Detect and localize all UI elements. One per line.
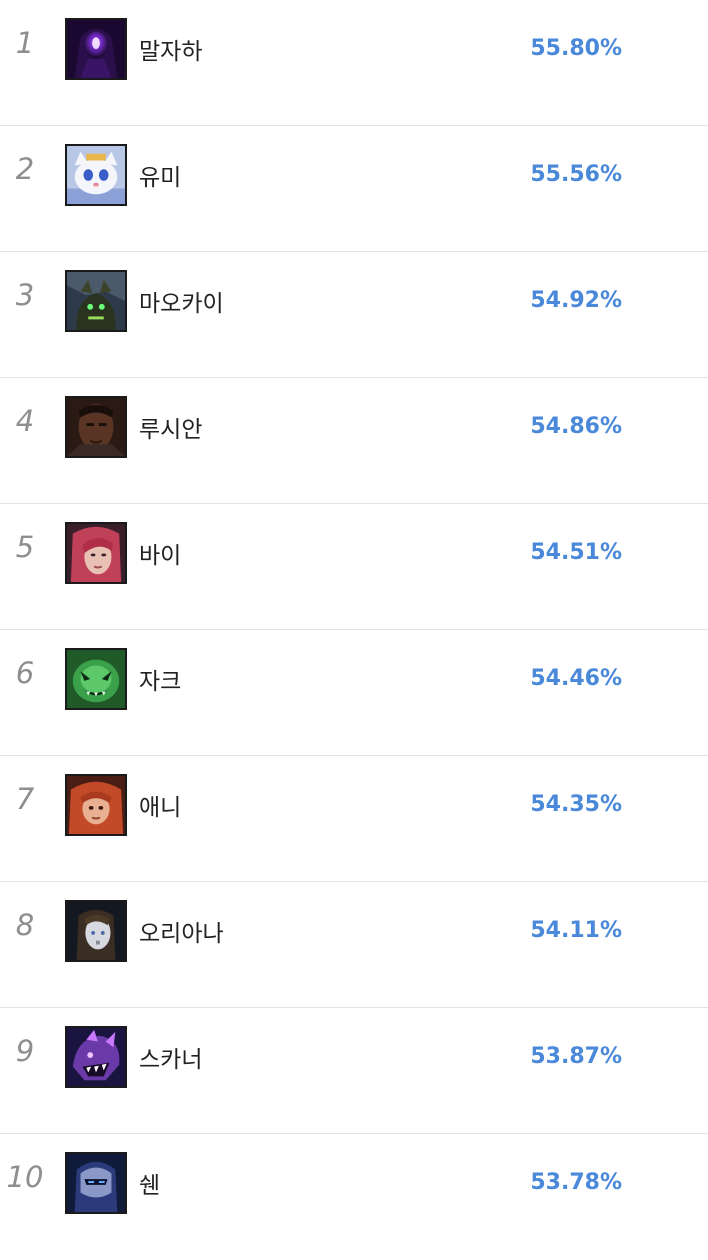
rank-number: 1 — [15, 26, 35, 60]
champion-name[interactable]: 루시안 — [139, 410, 202, 444]
champion-name[interactable]: 애니 — [139, 788, 181, 822]
rank-number: 4 — [15, 404, 35, 438]
champion-row[interactable]: 7 애니 54.35% — [0, 756, 708, 882]
shen-portrait-icon[interactable] — [65, 1152, 127, 1214]
rank-number: 9 — [15, 1034, 35, 1068]
malzahar-portrait-icon[interactable] — [65, 18, 127, 80]
win-rate: 54.11% — [530, 918, 622, 943]
annie-portrait-icon[interactable] — [65, 774, 127, 836]
champion-name[interactable]: 유미 — [139, 158, 181, 192]
rank-number: 3 — [15, 278, 35, 312]
rank-number: 8 — [15, 908, 35, 942]
champion-row[interactable]: 8 오리아나 54.11% — [0, 882, 708, 1008]
orianna-portrait-icon[interactable] — [65, 900, 127, 962]
champion-row[interactable]: 10 쉔 53.78% — [0, 1134, 708, 1260]
rank-number: 7 — [15, 782, 35, 816]
win-rate: 54.86% — [530, 414, 622, 439]
rank-number: 2 — [15, 152, 35, 186]
maokai-portrait-icon[interactable] — [65, 270, 127, 332]
win-rate: 53.78% — [530, 1170, 622, 1195]
champion-name[interactable]: 스카너 — [139, 1040, 202, 1074]
champion-row[interactable]: 3 마오카이 54.92% — [0, 252, 708, 378]
win-rate: 54.35% — [530, 792, 622, 817]
champion-row[interactable]: 5 바이 54.51% — [0, 504, 708, 630]
champion-row[interactable]: 2 유미 55.56% — [0, 126, 708, 252]
rank-number: 10 — [6, 1160, 44, 1194]
rank-number: 5 — [15, 530, 35, 564]
champion-name[interactable]: 마오카이 — [139, 284, 224, 318]
champion-row[interactable]: 9 스카너 53.87% — [0, 1008, 708, 1134]
champion-row[interactable]: 4 루시안 54.86% — [0, 378, 708, 504]
win-rate: 55.80% — [530, 36, 622, 61]
win-rate: 54.51% — [530, 540, 622, 565]
champion-name[interactable]: 자크 — [139, 662, 181, 696]
champion-name[interactable]: 바이 — [139, 536, 181, 570]
skarner-portrait-icon[interactable] — [65, 1026, 127, 1088]
champion-row[interactable]: 6 자크 54.46% — [0, 630, 708, 756]
win-rate: 55.56% — [530, 162, 622, 187]
rank-number: 6 — [15, 656, 35, 690]
yuumi-portrait-icon[interactable] — [65, 144, 127, 206]
vi-portrait-icon[interactable] — [65, 522, 127, 584]
lucian-portrait-icon[interactable] — [65, 396, 127, 458]
champion-name[interactable]: 오리아나 — [139, 914, 224, 948]
win-rate: 53.87% — [530, 1044, 622, 1069]
champion-ranking-list: 1 말자하 55.80% 2 유미 55.56% 3 마오카이 54.92% 4… — [0, 0, 708, 1260]
zac-portrait-icon[interactable] — [65, 648, 127, 710]
champion-name[interactable]: 쉔 — [139, 1166, 160, 1200]
win-rate: 54.46% — [530, 666, 622, 691]
win-rate: 54.92% — [530, 288, 622, 313]
champion-name[interactable]: 말자하 — [139, 32, 202, 66]
champion-row[interactable]: 1 말자하 55.80% — [0, 0, 708, 126]
